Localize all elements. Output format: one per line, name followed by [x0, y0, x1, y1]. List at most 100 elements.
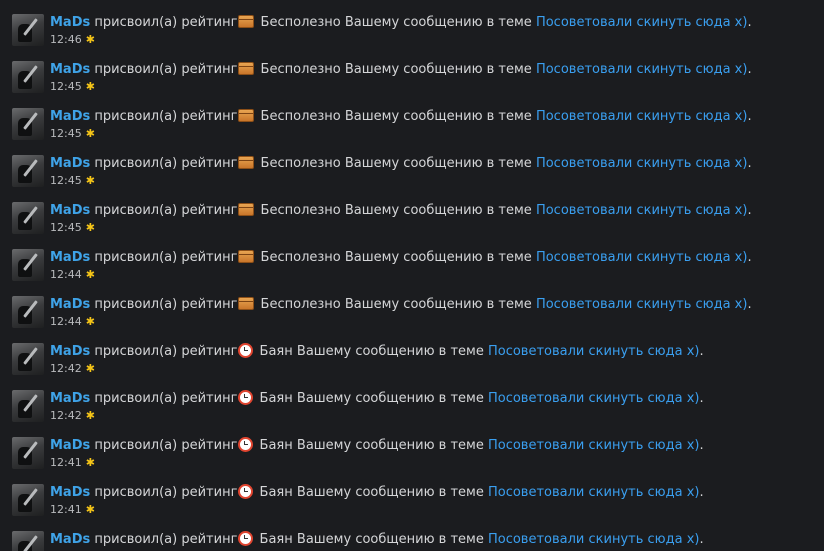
thread-link[interactable]: Посоветовали скинуть сюда х) [536, 250, 748, 265]
alert-item: MaDs присвоил(а) рейтинг Баян Вашему соо… [12, 531, 812, 551]
user-avatar[interactable] [12, 155, 44, 187]
username-link[interactable]: MaDs [50, 485, 90, 500]
unread-star-icon[interactable]: ✱ [86, 268, 95, 282]
username-link[interactable]: MaDs [50, 532, 90, 547]
rating-name: Баян [259, 344, 293, 359]
username-link[interactable]: MaDs [50, 15, 90, 30]
username-link[interactable]: MaDs [50, 203, 90, 218]
username-link[interactable]: MaDs [50, 297, 90, 312]
user-avatar[interactable] [12, 343, 44, 375]
rating-name: Баян [259, 532, 293, 547]
alert-text: MaDs присвоил(а) рейтинг Баян Вашему соо… [50, 484, 704, 501]
user-avatar[interactable] [12, 61, 44, 93]
alert-meta: 12:41 ✱ [50, 503, 95, 517]
end-punct: . [747, 203, 752, 218]
alert-item: MaDs присвоил(а) рейтинг Бесполезно Ваше… [12, 296, 812, 336]
username-link[interactable]: MaDs [50, 250, 90, 265]
alert-item: MaDs присвоил(а) рейтинг Баян Вашему соо… [12, 484, 812, 524]
user-avatar[interactable] [12, 14, 44, 46]
thread-link[interactable]: Посоветовали скинуть сюда х) [488, 344, 700, 359]
alarm-clock-icon [238, 343, 254, 358]
timestamp: 12:44 [50, 268, 82, 281]
unread-star-icon[interactable]: ✱ [86, 221, 95, 235]
action-middle: Вашему сообщению в теме [344, 297, 532, 312]
end-punct: . [747, 297, 752, 312]
action-text: присвоил(а) рейтинг [94, 391, 238, 406]
action-text: присвоил(а) рейтинг [94, 250, 238, 265]
alert-meta: 12:45 ✱ [50, 174, 95, 188]
user-avatar[interactable] [12, 531, 44, 551]
action-middle: Вашему сообщению в теме [296, 532, 484, 547]
user-avatar[interactable] [12, 296, 44, 328]
user-avatar[interactable] [12, 249, 44, 281]
rating-name: Бесполезно [260, 62, 341, 77]
thread-link[interactable]: Посоветовали скинуть сюда х) [536, 109, 748, 124]
alert-text: MaDs присвоил(а) рейтинг Бесполезно Ваше… [50, 202, 752, 219]
box-icon [238, 250, 255, 263]
unread-star-icon[interactable]: ✱ [86, 33, 95, 47]
thread-link[interactable]: Посоветовали скинуть сюда х) [536, 62, 748, 77]
alert-meta: 12:45 ✱ [50, 221, 95, 235]
username-link[interactable]: MaDs [50, 391, 90, 406]
end-punct: . [747, 156, 752, 171]
alert-item: MaDs присвоил(а) рейтинг Бесполезно Ваше… [12, 202, 812, 242]
username-link[interactable]: MaDs [50, 438, 90, 453]
username-link[interactable]: MaDs [50, 156, 90, 171]
rating-name: Бесполезно [260, 297, 341, 312]
thread-link[interactable]: Посоветовали скинуть сюда х) [536, 297, 748, 312]
thread-link[interactable]: Посоветовали скинуть сюда х) [488, 532, 700, 547]
action-middle: Вашему сообщению в теме [344, 62, 532, 77]
unread-star-icon[interactable]: ✱ [86, 315, 95, 329]
end-punct: . [699, 438, 704, 453]
box-icon [238, 297, 255, 310]
action-middle: Вашему сообщению в теме [296, 391, 484, 406]
unread-star-icon[interactable]: ✱ [86, 456, 95, 470]
user-avatar[interactable] [12, 484, 44, 516]
unread-star-icon[interactable]: ✱ [86, 174, 95, 188]
unread-star-icon[interactable]: ✱ [86, 503, 95, 517]
action-text: присвоил(а) рейтинг [94, 156, 238, 171]
action-middle: Вашему сообщению в теме [296, 438, 484, 453]
rating-name: Бесполезно [260, 203, 341, 218]
thread-link[interactable]: Посоветовали скинуть сюда х) [488, 438, 700, 453]
user-avatar[interactable] [12, 202, 44, 234]
action-text: присвоил(а) рейтинг [94, 485, 238, 500]
end-punct: . [699, 391, 704, 406]
thread-link[interactable]: Посоветовали скинуть сюда х) [536, 203, 748, 218]
alert-text: MaDs присвоил(а) рейтинг Бесполезно Ваше… [50, 249, 752, 266]
rating-name: Баян [259, 391, 293, 406]
alert-meta: 12:45 ✱ [50, 127, 95, 141]
thread-link[interactable]: Посоветовали скинуть сюда х) [488, 391, 700, 406]
thread-link[interactable]: Посоветовали скинуть сюда х) [536, 156, 748, 171]
alarm-clock-icon [238, 484, 254, 499]
unread-star-icon[interactable]: ✱ [86, 127, 95, 141]
action-text: присвоил(а) рейтинг [94, 203, 238, 218]
timestamp: 12:45 [50, 174, 82, 187]
alert-item: MaDs присвоил(а) рейтинг Баян Вашему соо… [12, 437, 812, 477]
user-avatar[interactable] [12, 390, 44, 422]
user-avatar[interactable] [12, 108, 44, 140]
username-link[interactable]: MaDs [50, 344, 90, 359]
unread-star-icon[interactable]: ✱ [86, 80, 95, 94]
username-link[interactable]: MaDs [50, 62, 90, 77]
end-punct: . [747, 15, 752, 30]
unread-star-icon[interactable]: ✱ [86, 409, 95, 423]
user-avatar[interactable] [12, 437, 44, 469]
username-link[interactable]: MaDs [50, 109, 90, 124]
action-middle: Вашему сообщению в теме [296, 344, 484, 359]
alert-text: MaDs присвоил(а) рейтинг Баян Вашему соо… [50, 390, 704, 407]
rating-name: Баян [259, 438, 293, 453]
action-text: присвоил(а) рейтинг [94, 62, 238, 77]
alert-text: MaDs присвоил(а) рейтинг Баян Вашему соо… [50, 531, 704, 548]
action-text: присвоил(а) рейтинг [94, 438, 238, 453]
alert-text: MaDs присвоил(а) рейтинг Бесполезно Ваше… [50, 14, 752, 31]
action-text: присвоил(а) рейтинг [94, 532, 238, 547]
thread-link[interactable]: Посоветовали скинуть сюда х) [536, 15, 748, 30]
unread-star-icon[interactable]: ✱ [86, 362, 95, 376]
box-icon [238, 109, 255, 122]
alert-item: MaDs присвоил(а) рейтинг Баян Вашему соо… [12, 390, 812, 430]
timestamp: 12:46 [50, 33, 82, 46]
rating-name: Бесполезно [260, 15, 341, 30]
thread-link[interactable]: Посоветовали скинуть сюда х) [488, 485, 700, 500]
end-punct: . [699, 485, 704, 500]
